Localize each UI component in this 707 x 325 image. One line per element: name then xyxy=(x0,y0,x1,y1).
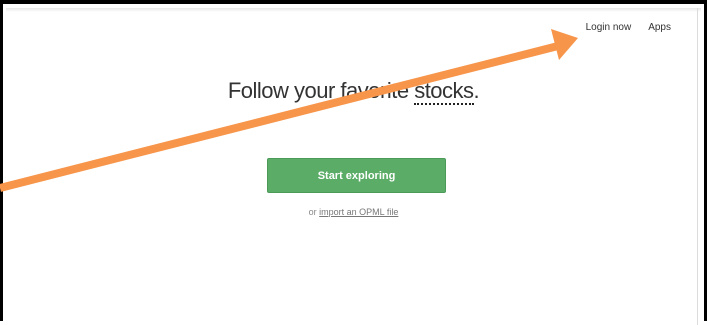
top-nav: Login now Apps xyxy=(586,22,671,33)
headline-suffix: . xyxy=(473,78,480,103)
start-exploring-button[interactable]: Start exploring xyxy=(267,158,446,193)
apps-link[interactable]: Apps xyxy=(648,22,671,33)
headline-prefix: Follow your favorite xyxy=(227,78,415,103)
top-shadow xyxy=(6,8,701,12)
headline-topic[interactable]: stocks xyxy=(414,78,474,105)
page-headline: Follow your favorite stocks. xyxy=(0,78,707,105)
import-prefix: or xyxy=(308,207,320,217)
import-opml-link[interactable]: import an OPML file xyxy=(319,207,398,217)
start-exploring-label: Start exploring xyxy=(317,169,396,182)
login-link[interactable]: Login now xyxy=(586,22,632,33)
import-opml-line: or import an OPML file xyxy=(0,207,707,217)
page-right-edge xyxy=(697,8,698,325)
